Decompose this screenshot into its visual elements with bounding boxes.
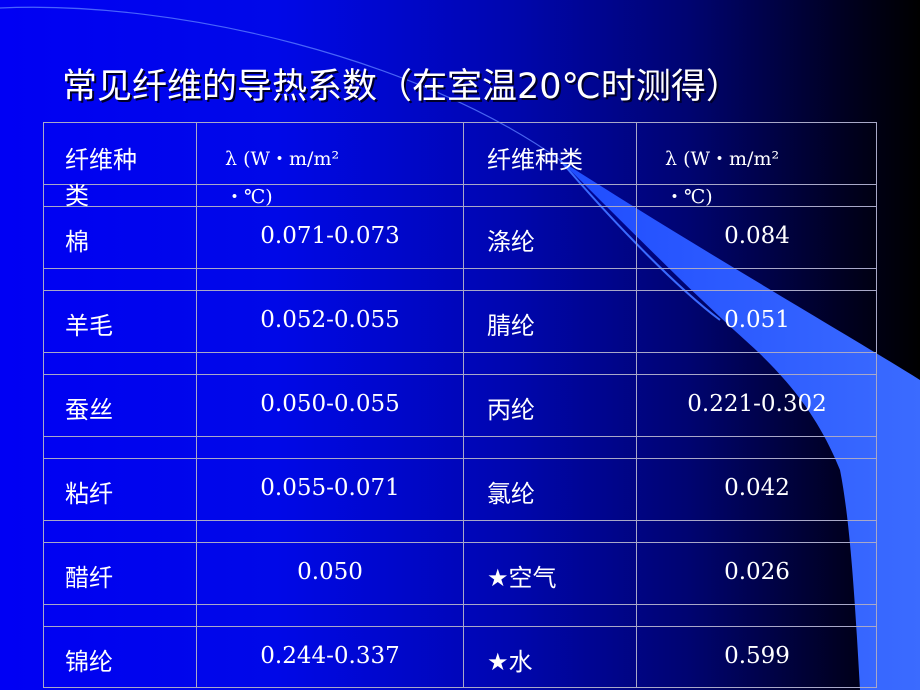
row-divider bbox=[43, 268, 877, 269]
conductivity-value: 0.042 bbox=[724, 475, 790, 501]
table-row: 锦纶 0.244-0.337 ★水 0.599 bbox=[43, 626, 877, 688]
conductivity-value: 0.055-0.071 bbox=[260, 475, 400, 501]
header-text-line1: λ (W・m/m² bbox=[225, 148, 340, 170]
conductivity-value: 0.050 bbox=[297, 559, 363, 585]
fiber-name: 醋纤 bbox=[65, 564, 113, 592]
row-divider bbox=[43, 520, 877, 521]
table-row: 羊毛 0.052-0.055 腈纶 0.051 bbox=[43, 290, 877, 352]
header-fiber-type-a: 纤维种 类 bbox=[65, 140, 137, 216]
row-divider bbox=[43, 352, 877, 353]
fiber-name: 丙纶 bbox=[487, 396, 535, 424]
fiber-name: 涤纶 bbox=[487, 228, 535, 256]
conductivity-value: 0.221-0.302 bbox=[687, 391, 827, 417]
header-conductivity-a: λ (W・m/m² ・℃) bbox=[225, 140, 339, 216]
table-row: 蚕丝 0.050-0.055 丙纶 0.221-0.302 bbox=[43, 374, 877, 436]
fiber-name: 蚕丝 bbox=[65, 396, 113, 424]
header-text-line1: 纤维种 bbox=[65, 146, 137, 174]
fiber-name: 羊毛 bbox=[65, 312, 113, 340]
header-fiber-type-b: 纤维种类 bbox=[487, 140, 583, 180]
conductivity-value: 0.071-0.073 bbox=[260, 223, 400, 249]
table-row: 棉 0.071-0.073 涤纶 0.084 bbox=[43, 206, 877, 268]
conductivity-value: 0.599 bbox=[724, 643, 790, 669]
header-text-line1: λ (W・m/m² bbox=[665, 148, 780, 170]
thermal-conductivity-table: 纤维种 类 λ (W・m/m² ・℃) 纤维种类 λ (W・m/m² ・℃) 棉… bbox=[43, 122, 877, 688]
conductivity-value: 0.026 bbox=[724, 559, 790, 585]
row-divider bbox=[43, 604, 877, 605]
conductivity-value: 0.052-0.055 bbox=[260, 307, 400, 333]
fiber-name-starred: ★空气 bbox=[487, 564, 557, 592]
conductivity-value: 0.051 bbox=[724, 307, 790, 333]
fiber-name: 腈纶 bbox=[487, 312, 535, 340]
header-text-line1: 纤维种类 bbox=[487, 146, 583, 174]
fiber-name: 粘纤 bbox=[65, 480, 113, 508]
fiber-name: 锦纶 bbox=[65, 648, 113, 676]
slide-title: 常见纤维的导热系数（在室温20℃时测得） bbox=[62, 67, 741, 107]
conductivity-value: 0.084 bbox=[724, 223, 790, 249]
table-border-top bbox=[43, 122, 877, 123]
fiber-name: 棉 bbox=[65, 228, 89, 256]
conductivity-value: 0.244-0.337 bbox=[260, 643, 400, 669]
conductivity-value: 0.050-0.055 bbox=[260, 391, 400, 417]
fiber-name: 氯纶 bbox=[487, 480, 535, 508]
fiber-name-starred: ★水 bbox=[487, 648, 533, 676]
table-row: 粘纤 0.055-0.071 氯纶 0.042 bbox=[43, 458, 877, 520]
header-conductivity-b: λ (W・m/m² ・℃) bbox=[665, 140, 779, 216]
table-row: 醋纤 0.050 ★空气 0.026 bbox=[43, 542, 877, 604]
row-divider bbox=[43, 436, 877, 437]
